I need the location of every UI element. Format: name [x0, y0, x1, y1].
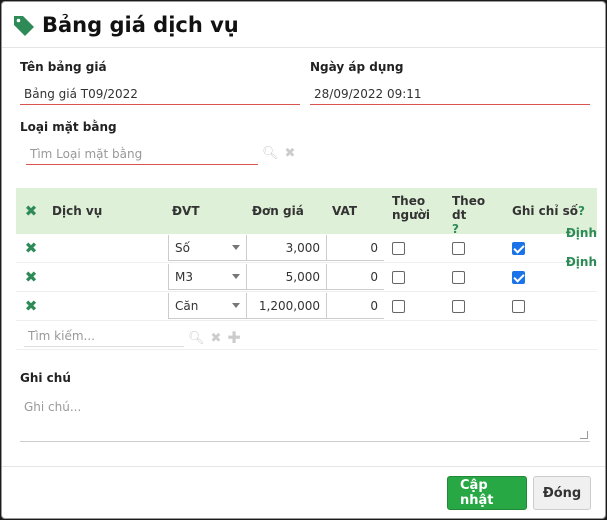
unit-dropdown[interactable]: M3: [166, 263, 246, 291]
meter-checkbox[interactable]: [512, 241, 525, 255]
chevron-down-icon: [232, 274, 240, 279]
unit-value: M3: [175, 269, 193, 284]
notes-label: Ghi chú: [20, 371, 71, 385]
vat-cell[interactable]: 0: [326, 234, 386, 262]
tag-icon: [14, 15, 34, 36]
by-person-checkbox[interactable]: [392, 299, 405, 313]
unit-value: Số: [175, 240, 190, 255]
table-row: ✖ M3 5,000 0 Định: [16, 255, 597, 292]
search-icon[interactable]: 🔍︎: [262, 147, 279, 160]
meter-cell[interactable]: [506, 292, 597, 320]
price-cell[interactable]: 5,000: [246, 263, 326, 291]
by-area-cell[interactable]: [446, 292, 506, 320]
clear-icon[interactable]: ✖: [285, 147, 296, 160]
service-cell[interactable]: [46, 292, 166, 320]
resize-handle-icon[interactable]: [580, 431, 588, 439]
meter-checkbox[interactable]: [512, 299, 525, 313]
meter-cell[interactable]: Định: [506, 255, 597, 291]
table-row: ✖ Căn 1,200,000 0: [16, 292, 597, 321]
type-search-tools: 🔍︎ ✖: [262, 147, 295, 160]
divider: [16, 349, 597, 350]
search-icon[interactable]: 🔍︎: [188, 332, 205, 345]
price-input[interactable]: 5,000: [246, 264, 326, 290]
vat-cell[interactable]: 0: [326, 263, 386, 291]
table-row: ✖ Số 3,000 0 Định: [16, 226, 597, 263]
extra-link[interactable]: Định: [566, 255, 597, 269]
service-grid: ✖ Dịch vụ ĐVT Đơn giá VAT Theo người The…: [16, 188, 597, 321]
chevron-down-icon: [232, 245, 240, 250]
dialog-footer: Cập nhật Đóng: [2, 466, 605, 518]
notes-textarea[interactable]: Ghi chú...: [20, 392, 590, 442]
by-area-checkbox[interactable]: [452, 270, 465, 284]
type-label: Loại mặt bằng: [20, 120, 117, 134]
by-person-checkbox[interactable]: [392, 270, 405, 284]
service-cell[interactable]: [46, 234, 166, 262]
header-by-area-label: Theo dt: [452, 194, 486, 222]
by-area-checkbox[interactable]: [452, 241, 465, 255]
vat-input[interactable]: 0: [326, 235, 384, 261]
by-person-cell[interactable]: [386, 263, 446, 291]
by-person-checkbox[interactable]: [392, 241, 405, 255]
clear-icon[interactable]: ✖: [211, 332, 222, 345]
vat-input[interactable]: 0: [326, 264, 384, 290]
grid-header: ✖ Dịch vụ ĐVT Đơn giá VAT Theo người The…: [16, 188, 597, 236]
price-input[interactable]: 1,200,000: [246, 293, 326, 319]
help-icon[interactable]: ?: [578, 204, 585, 218]
delete-row-icon[interactable]: ✖: [16, 263, 46, 291]
unit-dropdown[interactable]: Căn: [166, 292, 246, 320]
service-cell[interactable]: [46, 263, 166, 291]
header-by-person: Theo người: [392, 194, 431, 222]
name-input[interactable]: Bảng giá T09/2022: [20, 83, 300, 105]
by-area-cell[interactable]: [446, 263, 506, 291]
close-button[interactable]: Đóng: [533, 476, 591, 510]
price-list-dialog: Bảng giá dịch vụ Tên bảng giá Bảng giá T…: [1, 1, 606, 519]
date-input[interactable]: 28/09/2022 09:11: [310, 83, 590, 105]
update-button[interactable]: Cập nhật: [447, 476, 527, 510]
header-service: Dịch vụ: [52, 204, 103, 218]
unit-dropdown[interactable]: Số: [166, 234, 246, 262]
add-icon[interactable]: ✚: [227, 330, 240, 346]
name-label: Tên bảng giá: [20, 60, 107, 74]
meter-checkbox[interactable]: [512, 270, 525, 284]
header-by-area: Theo dt ?: [446, 188, 506, 236]
delete-all-icon[interactable]: ✖: [16, 188, 46, 234]
price-cell[interactable]: 3,000: [246, 234, 326, 262]
vat-cell[interactable]: 0: [326, 292, 386, 320]
chevron-down-icon: [232, 303, 240, 308]
header-price: Đơn giá: [252, 204, 304, 218]
extra-link[interactable]: Định: [566, 226, 597, 240]
grid-search-input[interactable]: Tìm kiếm...: [24, 325, 184, 347]
price-input[interactable]: 3,000: [246, 235, 326, 261]
vat-input[interactable]: 0: [326, 293, 384, 319]
delete-row-icon[interactable]: ✖: [16, 292, 46, 320]
header-unit: ĐVT: [172, 204, 200, 218]
unit-value: Căn: [175, 298, 199, 313]
grid-search-tools: 🔍︎ ✖ ✚: [188, 330, 241, 346]
by-area-cell[interactable]: [446, 234, 506, 262]
delete-row-icon[interactable]: ✖: [16, 234, 46, 262]
type-search-input[interactable]: Tìm Loại mặt bằng: [26, 143, 258, 165]
price-cell[interactable]: 1,200,000: [246, 292, 326, 320]
dialog-header: Bảng giá dịch vụ: [2, 2, 605, 48]
by-area-checkbox[interactable]: [452, 299, 465, 313]
header-vat: VAT: [332, 204, 358, 218]
notes-placeholder: Ghi chú...: [24, 400, 82, 414]
by-person-cell[interactable]: [386, 292, 446, 320]
dialog-title: Bảng giá dịch vụ: [42, 12, 239, 37]
date-label: Ngày áp dụng: [310, 60, 404, 74]
header-meter-label: Ghi chỉ số: [512, 204, 579, 218]
by-person-cell[interactable]: [386, 234, 446, 262]
